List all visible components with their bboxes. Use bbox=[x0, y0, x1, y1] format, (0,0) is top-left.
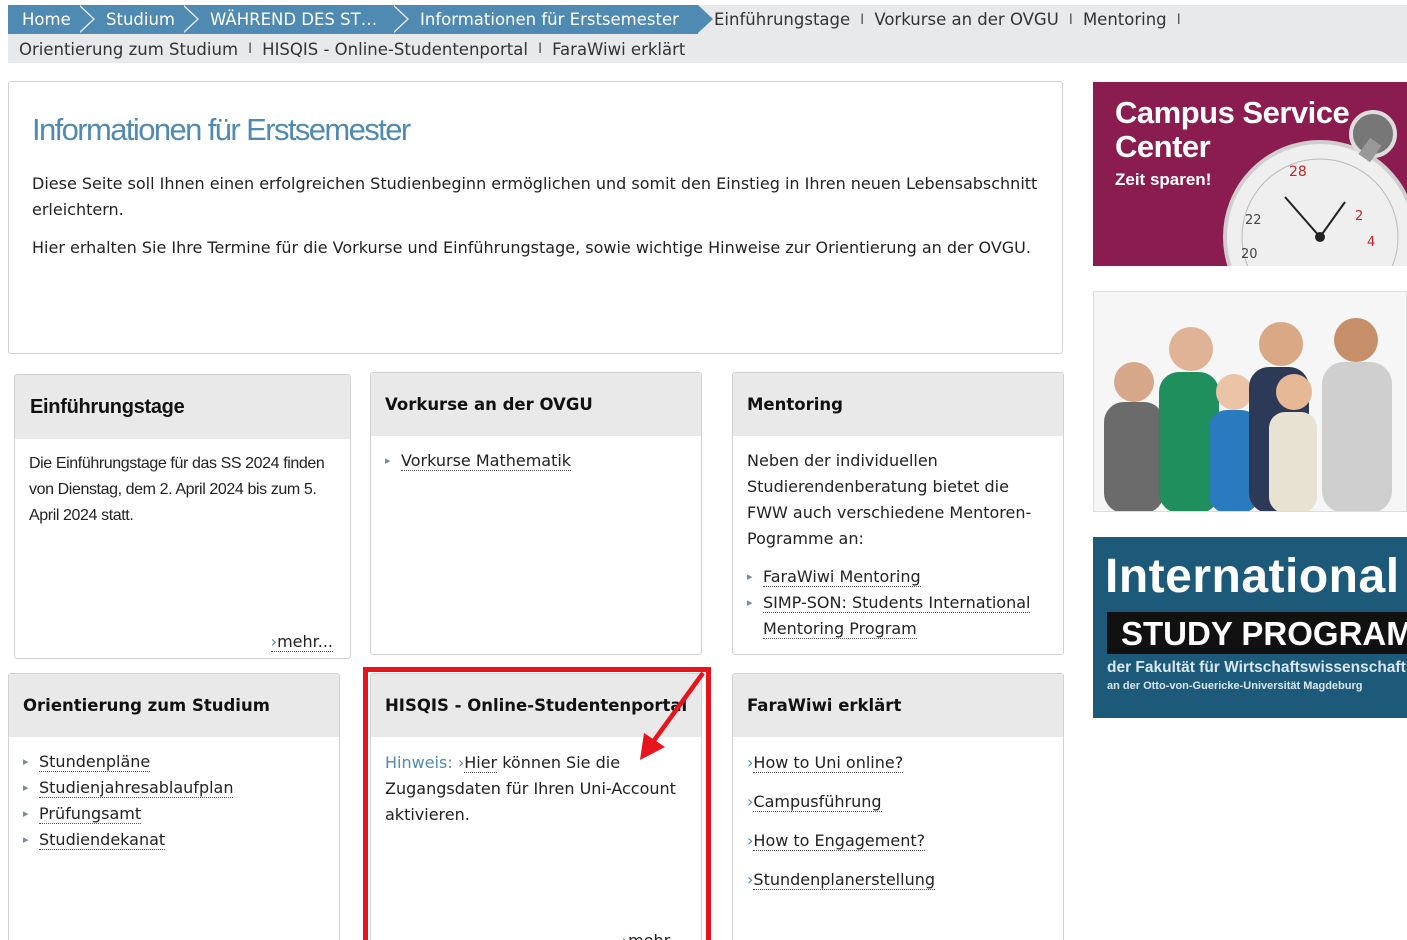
subnav-row1: Einführungstage I Vorkurse an der OVGU I… bbox=[714, 10, 1181, 29]
list-item: ›How to Uni online? bbox=[747, 750, 1049, 776]
crumb-current[interactable]: Informationen für Erstsemester bbox=[392, 5, 713, 34]
link-studiendekanat[interactable]: Studiendekanat bbox=[39, 830, 166, 850]
list-item: SIMP-SON: Students International Mentori… bbox=[747, 590, 1049, 642]
link-farawiwi-mentoring[interactable]: FaraWiwi Mentoring bbox=[763, 567, 921, 587]
banner-caption: der Fakultät für Wirtschaftswissenschaft bbox=[1107, 659, 1406, 676]
page-title: Informationen für Erstsemester bbox=[32, 112, 411, 147]
list-item: Studiendekanat bbox=[23, 827, 325, 853]
students-photo[interactable] bbox=[1093, 291, 1407, 512]
box-title: Orientierung zum Studium bbox=[9, 674, 339, 737]
subnav-einfuehrungstage[interactable]: Einführungstage bbox=[714, 10, 850, 29]
svg-text:22: 22 bbox=[1245, 213, 1262, 228]
subnav-hisqis[interactable]: HISQIS - Online-Studentenportal bbox=[262, 40, 528, 59]
crumb-waehrend[interactable]: WÄHREND DES ST… bbox=[182, 5, 409, 34]
breadcrumb: Home Studium WÄHREND DES ST… Information… bbox=[8, 5, 1407, 63]
box-title: FaraWiwi erklärt bbox=[733, 674, 1063, 737]
subnav-orientierung[interactable]: Orientierung zum Studium bbox=[19, 40, 238, 59]
banner-title: International bbox=[1105, 550, 1400, 603]
link-simp-son[interactable]: SIMP-SON: Students International Mentori… bbox=[763, 593, 1031, 639]
list-item: Prüfungsamt bbox=[23, 801, 325, 827]
link-vorkurse-mathematik[interactable]: Vorkurse Mathematik bbox=[401, 451, 572, 471]
campus-service-center-banner[interactable]: Campus Service Center Zeit sparen! 28 2 4… bbox=[1093, 82, 1407, 266]
subnav-row2: Orientierung zum Studium I HISQIS - Onli… bbox=[19, 39, 686, 59]
banner-subtitle: STUDY PROGRAM bbox=[1121, 615, 1407, 652]
intro-box: Informationen für Erstsemester Diese Sei… bbox=[8, 81, 1063, 354]
link-stundenplaene[interactable]: Stundenpläne bbox=[39, 752, 151, 772]
crumb-home[interactable]: Home bbox=[8, 5, 95, 34]
international-study-program-banner[interactable]: International STUDY PROGRAM der Fakultät… bbox=[1093, 537, 1407, 718]
link-pruefungsamt[interactable]: Prüfungsamt bbox=[39, 804, 142, 824]
box-title: Mentoring bbox=[733, 373, 1063, 436]
highlight-annotation-box bbox=[363, 667, 711, 940]
box-text: Die Einführungstage für das SS 2024 find… bbox=[29, 455, 325, 524]
breadcrumb-trail: Home Studium WÄHREND DES ST… Information… bbox=[8, 5, 713, 34]
intro-paragraph-1: Diese Seite soll Ihnen einen erfolgreich… bbox=[32, 174, 1038, 219]
svg-text:28: 28 bbox=[1289, 164, 1307, 180]
svg-text:2: 2 bbox=[1355, 209, 1363, 224]
list-item: ›How to Engagement? bbox=[747, 828, 1049, 854]
stopwatch-icon: 28 2 4 20 22 bbox=[1223, 110, 1407, 266]
link-how-to-engagement[interactable]: How to Engagement? bbox=[753, 831, 926, 851]
subnav-mentoring[interactable]: Mentoring bbox=[1083, 10, 1167, 29]
box-mentoring: Mentoring Neben der individuellen Studie… bbox=[732, 372, 1064, 655]
banner-caption-small: an der Otto-von-Guericke-Universität Mag… bbox=[1107, 680, 1363, 692]
svg-text:4: 4 bbox=[1367, 235, 1375, 250]
list-item: Vorkurse Mathematik bbox=[385, 448, 687, 474]
box-farawiwi: FaraWiwi erklärt ›How to Uni online? ›Ca… bbox=[732, 673, 1064, 940]
intro-paragraph-2: Hier erhalten Sie Ihre Termine für die V… bbox=[32, 238, 1031, 257]
link-stundenplanerstellung[interactable]: Stundenplanerstellung bbox=[753, 870, 936, 890]
svg-text:20: 20 bbox=[1241, 247, 1258, 262]
more-link[interactable]: ›mehr... bbox=[270, 632, 333, 652]
subnav-farawiwi[interactable]: FaraWiwi erklärt bbox=[552, 40, 685, 59]
box-vorkurse: Vorkurse an der OVGU Vorkurse Mathematik bbox=[370, 372, 702, 655]
box-orientierung: Orientierung zum Studium Stundenpläne St… bbox=[8, 673, 340, 940]
box-text: Neben der individuellen Studierendenbera… bbox=[747, 451, 1032, 548]
subnav-vorkurse[interactable]: Vorkurse an der OVGU bbox=[874, 10, 1058, 29]
box-einfuehrungstage: Einführungstage Die Einführungstage für … bbox=[14, 374, 351, 659]
box-title: Vorkurse an der OVGU bbox=[371, 373, 701, 436]
list-item: FaraWiwi Mentoring bbox=[747, 564, 1049, 590]
link-studienjahresablaufplan[interactable]: Studienjahresablaufplan bbox=[39, 778, 234, 798]
link-campusfuehrung[interactable]: Campusführung bbox=[753, 792, 882, 812]
students-image bbox=[1094, 292, 1406, 511]
banner-subtitle: Zeit sparen! bbox=[1115, 170, 1212, 189]
link-how-to-uni-online[interactable]: How to Uni online? bbox=[753, 753, 904, 773]
list-item: ›Stundenplanerstellung bbox=[747, 867, 1049, 893]
list-item: Studienjahresablaufplan bbox=[23, 775, 325, 801]
box-title: Einführungstage bbox=[15, 375, 350, 439]
list-item: Stundenpläne bbox=[23, 749, 325, 775]
list-item: ›Campusführung bbox=[747, 789, 1049, 815]
